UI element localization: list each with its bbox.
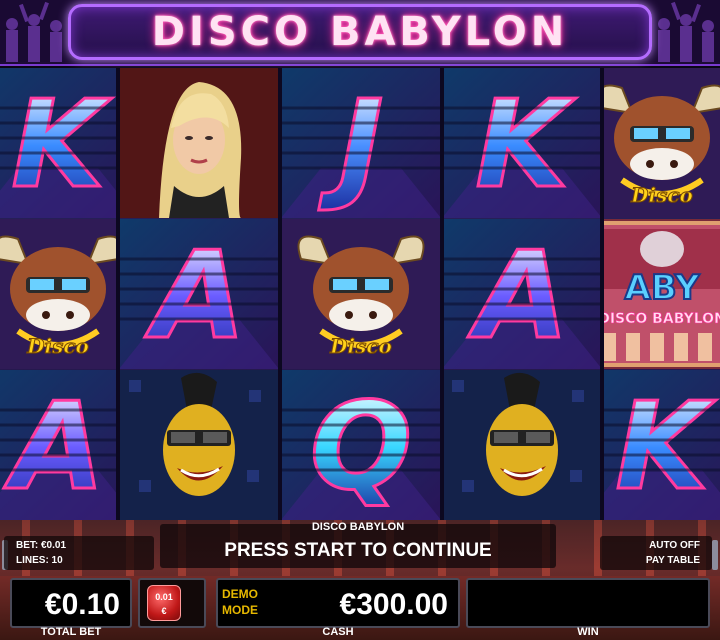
letter-k-symbol: K xyxy=(0,68,116,218)
letter-k-symbol: K xyxy=(604,370,720,520)
mohawk-man-symbol xyxy=(444,370,600,520)
bull-symbol: Disco xyxy=(604,68,720,218)
letter-a-symbol: A xyxy=(0,370,116,520)
letter-a-symbol: A xyxy=(120,219,278,369)
mohawk-man-symbol xyxy=(120,370,278,520)
coin-value: 0.01 xyxy=(155,592,173,602)
svg-text:Q: Q xyxy=(310,378,412,517)
svg-text:K: K xyxy=(476,76,577,215)
right-rail xyxy=(712,540,718,570)
svg-text:A: A xyxy=(4,378,105,517)
win-box xyxy=(466,578,710,628)
letter-q-symbol: Q xyxy=(282,370,440,520)
svg-text:Disco: Disco xyxy=(26,334,89,358)
coin-chip-icon: 0.01 € xyxy=(147,585,181,621)
svg-text:A: A xyxy=(145,227,246,366)
bet-per-line: BET: €0.01 xyxy=(16,540,67,551)
total-bet-caption: TOTAL BET xyxy=(40,626,102,638)
game-title: DISCO BABYLON xyxy=(151,9,569,55)
reel-1: K Disco A xyxy=(0,68,116,520)
bull-symbol: Disco xyxy=(282,219,440,369)
svg-text:DISCO BABYLON: DISCO BABYLON xyxy=(604,311,720,327)
reel-divider xyxy=(440,68,444,520)
game-name-label: DISCO BABYLON xyxy=(311,521,405,533)
reel-divider xyxy=(116,68,120,520)
reel-3: J Disco Q xyxy=(282,68,440,520)
svg-text:A: A xyxy=(468,227,569,366)
total-bet-box: €0.10 xyxy=(10,578,132,628)
demo-mode-label: DEMO MODE xyxy=(222,587,258,617)
coin-value-button[interactable]: 0.01 € xyxy=(138,578,206,628)
reel-area: K Disco A A J Disco Q K A Disco ABY DISC… xyxy=(0,68,720,520)
svg-text:Disco: Disco xyxy=(630,183,693,207)
reel-5: Disco ABY DISCO BABYLON K xyxy=(604,68,720,520)
title-plate: DISCO BABYLON xyxy=(68,4,652,60)
coin-unit: € xyxy=(161,606,167,616)
cash-caption: CASH xyxy=(322,626,354,638)
lines-count: LINES: 10 xyxy=(16,555,63,566)
pay-table-button[interactable]: PAY TABLE xyxy=(646,555,700,566)
babylon-sign-symbol: ABY DISCO BABYLON xyxy=(604,219,720,369)
reel-4: K A xyxy=(444,68,600,520)
win-caption: WIN xyxy=(577,626,599,638)
svg-text:Disco: Disco xyxy=(329,334,392,358)
bet-info-panel: BET: €0.01 LINES: 10 xyxy=(4,536,154,570)
reel-divider xyxy=(600,68,604,520)
letter-k-symbol: K xyxy=(444,68,600,218)
letter-a-symbol: A xyxy=(444,219,600,369)
auto-play-button[interactable]: AUTO OFF xyxy=(649,540,700,551)
reel-divider xyxy=(278,68,282,520)
total-bet-value: €0.10 xyxy=(44,588,120,621)
bull-symbol: Disco xyxy=(0,219,116,369)
options-panel: AUTO OFF PAY TABLE xyxy=(600,536,712,570)
svg-text:K: K xyxy=(12,76,113,215)
blonde-woman-symbol xyxy=(120,68,278,218)
svg-text:K: K xyxy=(616,378,717,517)
svg-text:ABY: ABY xyxy=(625,268,700,308)
title-banner: DISCO BABYLON xyxy=(0,0,720,66)
cash-value: €300.00 xyxy=(339,588,448,621)
reel-2: A xyxy=(120,68,278,520)
cash-box: DEMO MODE €300.00 xyxy=(216,578,460,628)
letter-j-symbol: J xyxy=(282,68,440,218)
status-message: PRESS START TO CONTINUE xyxy=(224,540,492,561)
